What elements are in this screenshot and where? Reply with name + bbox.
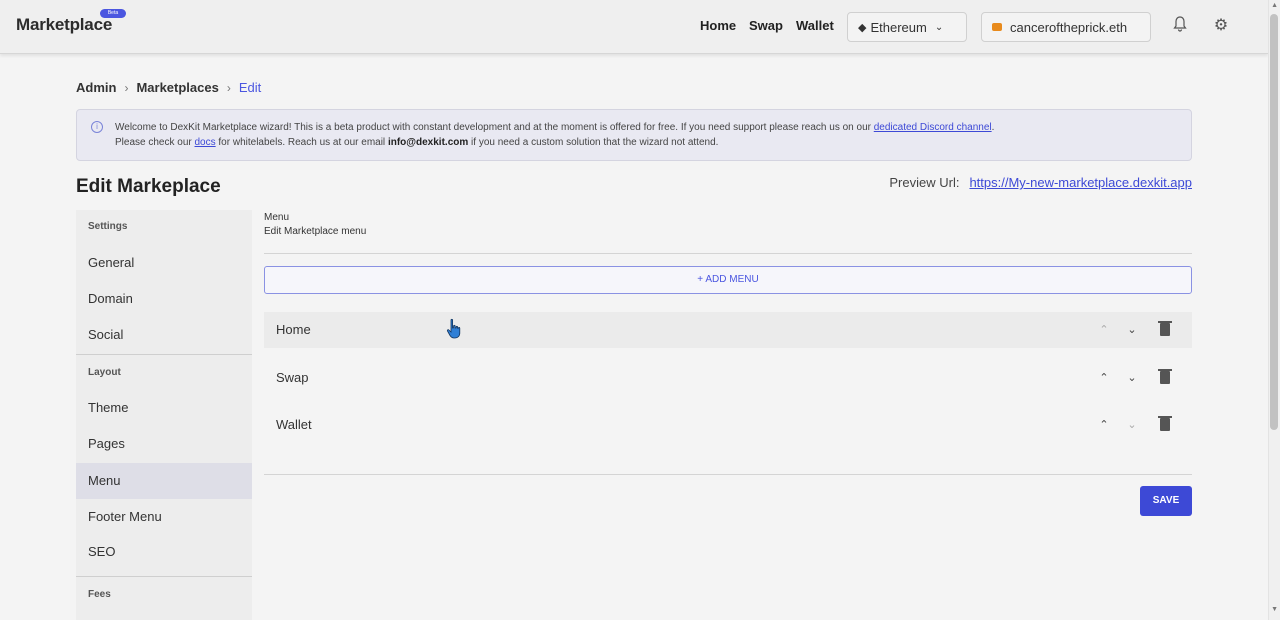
discord-link[interactable]: dedicated Discord channel [874, 122, 992, 133]
network-label: Ethereum [870, 19, 927, 35]
alert-line-2: Please check our docs for whitelabels. R… [115, 135, 1179, 150]
sidebar-item-theme[interactable]: Theme [76, 390, 252, 426]
breadcrumb-marketplaces[interactable]: Marketplaces [136, 80, 218, 95]
move-up-icon[interactable]: ⌃ [1096, 360, 1112, 396]
scroll-down-icon[interactable]: ▼ [1271, 606, 1278, 613]
move-down-icon[interactable]: ⌄ [1124, 407, 1140, 443]
sidebar-item-pages[interactable]: Pages [76, 426, 252, 462]
alert-text: if you need a custom solution that the w… [468, 137, 719, 148]
move-down-icon[interactable]: ⌄ [1124, 312, 1140, 348]
move-up-icon[interactable]: ⌃ [1096, 407, 1112, 443]
network-select[interactable]: ◆ Ethereum ⌄ [847, 12, 967, 42]
info-icon: i [91, 121, 103, 133]
menu-item-label: Swap [276, 370, 309, 385]
section-title: Menu [264, 212, 290, 223]
sidebar-item-footer-menu[interactable]: Footer Menu [76, 499, 252, 535]
menu-item-row[interactable]: Home ⌃ ⌄ [264, 312, 1192, 348]
sidebar-item-menu[interactable]: Menu [76, 463, 252, 499]
alert-text: . [991, 122, 995, 133]
support-email: info@dexkit.com [387, 137, 469, 148]
hand-cursor-icon [446, 318, 461, 339]
menu-item-label: Home [276, 322, 311, 337]
chevron-down-icon: ⌄ [934, 21, 944, 33]
section-subtitle: Edit Marketplace menu [264, 226, 367, 237]
logo[interactable]: Marketplace [16, 15, 112, 35]
add-menu-button[interactable]: + ADD MENU [264, 266, 1192, 294]
ethereum-icon: ◆ [858, 21, 867, 34]
divider [264, 253, 1192, 254]
preview-label: Preview Url: [889, 175, 960, 190]
info-alert: i Welcome to DexKit Marketplace wizard! … [76, 109, 1192, 161]
page-title: Edit Markeplace [76, 176, 221, 197]
alert-line-1: Welcome to DexKit Marketplace wizard! Th… [115, 120, 1179, 135]
menu-item-row[interactable]: Swap ⌃ ⌄ [264, 360, 1192, 396]
alert-text: Welcome to DexKit Marketplace wizard! Th… [115, 122, 874, 133]
preview-url: Preview Url: https://My-new-marketplace.d… [889, 175, 1192, 190]
beta-badge: Beta [100, 9, 126, 18]
nav-home[interactable]: Home [700, 18, 736, 33]
sidebar-header-fees: Fees [88, 589, 111, 600]
sidebar-item-general[interactable]: General [76, 245, 252, 281]
alert-text: Please check our [115, 137, 195, 148]
breadcrumb-admin[interactable]: Admin [76, 80, 116, 95]
menu-item-row[interactable]: Wallet ⌃ ⌄ [264, 407, 1192, 443]
metamask-icon [992, 23, 1002, 31]
top-bar: Marketplace Beta Home Swap Wallet ◆ Ethe… [0, 0, 1268, 54]
sidebar-divider [76, 576, 252, 577]
move-up-icon[interactable]: ⌃ [1096, 312, 1112, 348]
chevron-right-icon: › [124, 80, 129, 95]
bell-icon[interactable] [1170, 16, 1190, 36]
divider [264, 474, 1192, 475]
trash-icon[interactable] [1158, 369, 1172, 384]
sidebar-header-settings: Settings [88, 221, 128, 232]
scroll-up-icon[interactable]: ▲ [1271, 2, 1278, 9]
scrollbar[interactable]: ▲ ▼ [1268, 0, 1280, 620]
sidebar-item-social[interactable]: Social [76, 317, 252, 353]
sidebar-item-seo[interactable]: SEO [76, 534, 252, 570]
account-name: canceroftheprick.eth [1010, 19, 1128, 35]
save-button[interactable]: SAVE [1140, 486, 1192, 516]
nav-swap[interactable]: Swap [749, 18, 783, 33]
account-button[interactable]: canceroftheprick.eth [981, 12, 1151, 42]
nav-wallet[interactable]: Wallet [796, 18, 834, 33]
trash-icon[interactable] [1158, 416, 1172, 431]
alert-text: for whitelabels. Reach us at our email [215, 137, 388, 148]
chevron-right-icon: › [226, 80, 231, 95]
menu-item-label: Wallet [276, 417, 312, 432]
breadcrumb-current: Edit [238, 80, 262, 95]
sidebar: Settings General Domain Social Layout Th… [76, 210, 252, 620]
move-down-icon[interactable]: ⌄ [1124, 360, 1140, 396]
trash-icon[interactable] [1158, 321, 1172, 336]
sidebar-header-layout: Layout [88, 367, 121, 378]
sidebar-divider [76, 354, 252, 355]
scroll-thumb[interactable] [1270, 14, 1278, 430]
breadcrumb: Admin › Marketplaces › Edit [76, 80, 261, 95]
docs-link[interactable]: docs [195, 137, 216, 148]
sidebar-item-domain[interactable]: Domain [76, 281, 252, 317]
section-header: Menu Edit Marketplace menu [264, 211, 366, 239]
preview-link[interactable]: https://My-new-marketplace.dexkit.app [969, 175, 1192, 190]
gear-icon[interactable]: ⚙ [1211, 16, 1231, 36]
